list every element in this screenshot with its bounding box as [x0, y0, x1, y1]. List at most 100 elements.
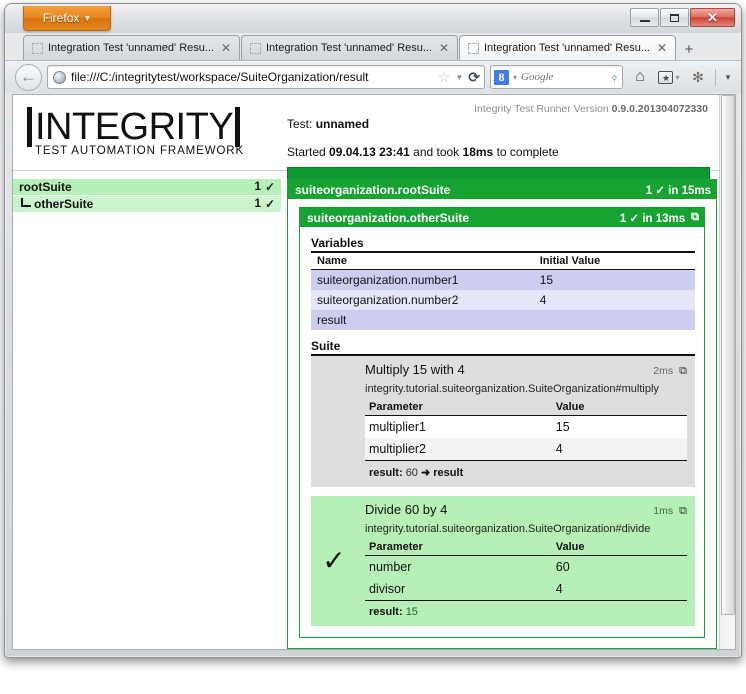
suite-count: 1	[620, 213, 626, 225]
sidebar-item-othersuite[interactable]: otherSuite 1 ✓	[13, 196, 281, 213]
navigation-toolbar: ← file:///C:/integritytest/workspace/Sui…	[5, 60, 741, 93]
tree-elbow-icon	[21, 198, 31, 207]
suite-time: in 13ms	[642, 213, 685, 225]
variables-section-title: Variables	[311, 236, 695, 253]
results-pane: suiteorganization.rootSuite 1 ✓ in 15ms …	[281, 179, 720, 649]
testcase-title: Divide 60 by 4	[365, 502, 653, 517]
check-icon: ✓	[655, 185, 665, 197]
tab-title: Integration Test 'unnamed' Resu...	[266, 42, 432, 54]
suite-name: suiteorganization.otherSuite	[307, 211, 620, 225]
param-value: 15	[552, 416, 687, 439]
root-suite-header[interactable]: suiteorganization.rootSuite 1 ✓ in 15ms	[288, 180, 716, 199]
logo-bar-right-icon	[235, 107, 240, 147]
search-icon[interactable]: ⌕	[607, 69, 622, 84]
variable-value: 15	[534, 270, 695, 291]
testcase-result: result: 15	[365, 600, 687, 620]
report-body: rootSuite 1 ✓ otherSuite 1 ✓	[13, 179, 720, 649]
external-link-icon[interactable]: ⧉	[679, 505, 687, 518]
variables-col-name: Name	[311, 253, 534, 270]
close-icon: ✕	[691, 9, 734, 26]
test-name-line: Test: unnamed	[287, 117, 710, 131]
overflow-chevron-icon[interactable]: ▾	[721, 65, 735, 89]
started-middle: and took	[413, 145, 459, 159]
favicon-icon	[250, 43, 261, 54]
chevron-down-icon[interactable]: ▾	[513, 73, 517, 82]
testcase-fqn: integrity.tutorial.suiteorganization.Sui…	[365, 523, 687, 535]
started-prefix: Started	[287, 145, 326, 159]
maximize-icon	[661, 9, 688, 26]
google-icon[interactable]: 8	[494, 70, 509, 85]
variables-col-value: Initial Value	[534, 253, 695, 270]
result-label: result:	[369, 467, 403, 479]
parameters-header-row: Parameter Value	[365, 539, 687, 556]
sidebar-item-rootsuite[interactable]: rootSuite 1 ✓	[13, 179, 281, 196]
logo-bar-left-icon	[27, 107, 32, 147]
integrity-report-page: INTEGRITY TEST AUTOMATION FRAMEWORK Inte…	[13, 95, 720, 649]
scrollbar-thumb[interactable]	[721, 95, 735, 615]
tab-close-icon[interactable]: ✕	[655, 42, 669, 54]
param-name: divisor	[365, 578, 552, 600]
reload-icon[interactable]: ⟳	[468, 69, 480, 86]
table-row: result	[311, 310, 695, 330]
tab-close-icon[interactable]: ✕	[219, 42, 233, 54]
test-duration: 18ms	[463, 145, 494, 159]
chevron-down-icon[interactable]: ▾	[675, 73, 679, 82]
table-row: number 60	[365, 556, 687, 579]
testcase-title-row: Divide 60 by 4 1ms ⧉	[365, 502, 687, 518]
other-suite-body: Variables Name Initial Value	[300, 227, 704, 637]
addon-icon[interactable]: ✻	[686, 65, 710, 89]
home-icon[interactable]: ⌂	[628, 65, 652, 89]
suite-meta: 1 ✓ in 13ms	[620, 211, 685, 225]
param-name: number	[365, 556, 552, 579]
test-name: unnamed	[316, 117, 369, 131]
started-suffix: to complete	[497, 145, 559, 159]
tab-close-icon[interactable]: ✕	[437, 42, 451, 54]
globe-icon	[53, 71, 66, 84]
close-button[interactable]: ✕	[690, 8, 735, 27]
result-label: result:	[369, 606, 403, 618]
browser-tab-1[interactable]: Integration Test 'unnamed' Resu... ✕	[23, 35, 240, 60]
version-line: Integrity Test Runner Version 0.9.0.2013…	[474, 103, 708, 115]
favicon-icon	[468, 43, 479, 54]
param-value: 4	[552, 438, 687, 460]
parameters-table: Parameter Value multiplier1	[365, 399, 687, 460]
search-input[interactable]: Google	[521, 71, 607, 83]
report-header-info: Integrity Test Runner Version 0.9.0.2013…	[273, 103, 710, 184]
browser-window: Firefox▼ ✕ Integration Test 'unnamed' Re…	[4, 3, 742, 658]
url-bar[interactable]: file:///C:/integritytest/workspace/Suite…	[47, 65, 485, 89]
testcase-multiply[interactable]: Multiply 15 with 4 2ms ⧉ integrity.tutor…	[311, 356, 695, 487]
firefox-menu-button[interactable]: Firefox▼	[23, 6, 111, 31]
new-tab-button[interactable]: +	[677, 38, 701, 60]
external-link-icon[interactable]: ⧉	[679, 365, 687, 378]
chevron-down-icon[interactable]: ▼	[455, 73, 463, 82]
testcase-gap	[311, 487, 695, 496]
url-text[interactable]: file:///C:/integritytest/workspace/Suite…	[71, 70, 433, 84]
chevron-down-icon: ▼	[83, 14, 91, 23]
parameters-table: Parameter Value number	[365, 539, 687, 600]
external-link-icon[interactable]: ⧉	[691, 211, 699, 224]
bookmark-star-icon[interactable]: ☆	[438, 69, 451, 86]
suite-meta: 1 ✓ in 15ms	[646, 183, 711, 197]
firefox-menu-label: Firefox	[43, 11, 80, 25]
page-scrollbar[interactable]	[719, 95, 735, 649]
back-button[interactable]: ←	[15, 64, 42, 91]
minimize-button[interactable]	[630, 8, 659, 27]
bookmark-star-glyph: ★	[658, 71, 673, 84]
variable-name: result	[311, 310, 534, 330]
variable-name: suiteorganization.number1	[311, 270, 534, 291]
maximize-button[interactable]	[660, 8, 689, 27]
browser-tab-3-active[interactable]: Integration Test 'unnamed' Resu... ✕	[459, 35, 676, 60]
other-suite-header[interactable]: suiteorganization.otherSuite 1 ✓ in 13ms…	[300, 208, 704, 227]
logo-main-text: INTEGRITY	[35, 108, 233, 146]
tab-title: Integration Test 'unnamed' Resu...	[484, 42, 650, 54]
favicon-icon	[32, 43, 43, 54]
testcase-divide[interactable]: ✓ Divide 60 by 4 1ms ⧉ integrity.tutori	[311, 496, 695, 626]
browser-tab-2[interactable]: Integration Test 'unnamed' Resu... ✕	[241, 35, 458, 60]
search-bar[interactable]: 8 ▾ Google ⌕	[490, 65, 623, 89]
variable-name: suiteorganization.number2	[311, 290, 534, 310]
testcase-title: Multiply 15 with 4	[365, 362, 653, 377]
suite-section-title: Suite	[311, 339, 695, 356]
logo-wordmark: INTEGRITY	[27, 107, 273, 147]
testcase-status-icon: ✓	[311, 496, 357, 626]
bookmarks-icon[interactable]: ★ ▾	[657, 65, 681, 89]
